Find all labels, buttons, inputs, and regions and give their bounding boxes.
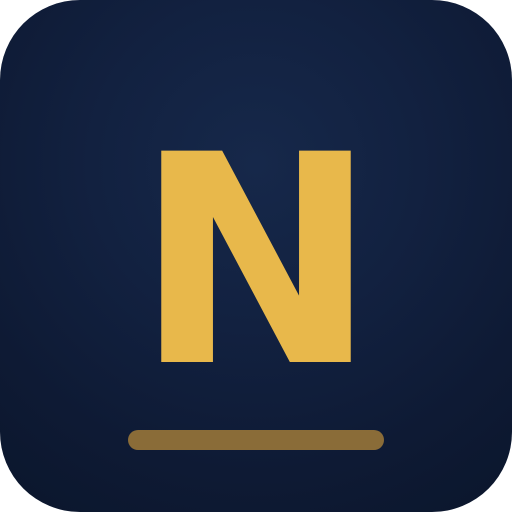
app-icon: N — [0, 0, 512, 512]
app-icon-letter: N — [134, 94, 378, 431]
underline-bar — [128, 430, 384, 450]
